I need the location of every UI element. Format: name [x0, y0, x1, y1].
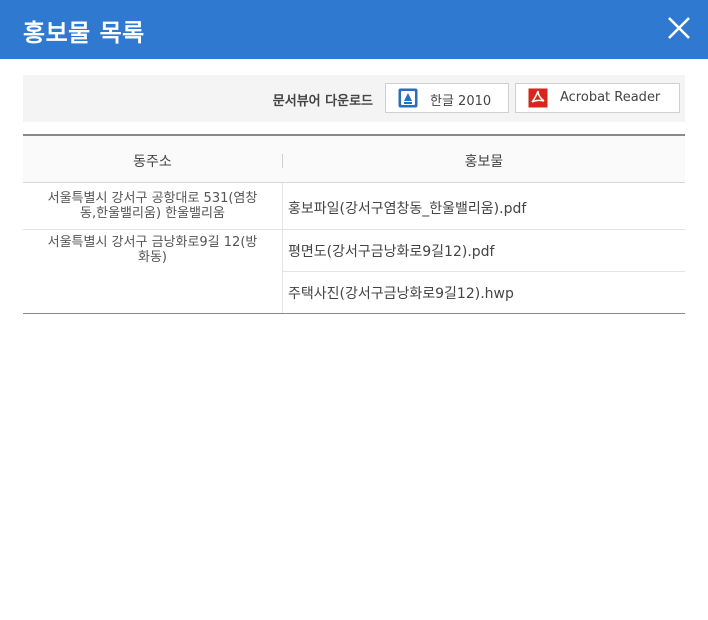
- address-line: 서울특별시 강서구 공항대로 531(염창: [47, 191, 258, 206]
- column-divider: [282, 183, 283, 313]
- file-link[interactable]: 평면도(강서구금낭화로9길12).pdf: [288, 241, 494, 261]
- promotion-table: 동주소 홍보물 서울특별시 강서구 공항대로 531(염창 동,한울밸리움) 한…: [23, 134, 685, 314]
- table-header: 동주소 홍보물: [23, 136, 685, 183]
- acrobat-reader-button[interactable]: Acrobat Reader: [515, 83, 680, 113]
- document-viewer-bar: 문서뷰어 다운로드 한글 2010 Acrobat Reader: [23, 75, 685, 122]
- dialog-header: 홍보물 목록: [0, 0, 708, 59]
- address-line: 동,한울밸리움) 한울밸리움: [80, 206, 225, 221]
- hwp-viewer-button[interactable]: 한글 2010: [385, 83, 509, 113]
- hwp-button-label: 한글 2010: [430, 94, 492, 109]
- address-line: 화동): [138, 250, 167, 265]
- address-cell: 서울특별시 강서구 공항대로 531(염창 동,한울밸리움) 한울밸리움: [23, 191, 282, 221]
- row-divider: [283, 229, 685, 230]
- column-header-material: 홍보물: [464, 154, 504, 170]
- row-divider: [23, 229, 282, 230]
- pdf-icon: [528, 88, 548, 108]
- viewer-download-label: 문서뷰어 다운로드: [272, 94, 373, 109]
- dialog-title: 홍보물 목록: [23, 19, 145, 47]
- column-header-address: 동주소: [133, 154, 172, 170]
- table-body: 서울특별시 강서구 공항대로 531(염창 동,한울밸리움) 한울밸리움 서울특…: [23, 183, 685, 313]
- close-icon[interactable]: [666, 15, 692, 41]
- address-line: 서울특별시 강서구 금낭화로9길 12(방: [47, 235, 258, 250]
- acrobat-button-label: Acrobat Reader: [560, 90, 661, 105]
- file-link[interactable]: 주택사진(강서구금낭화로9길12).hwp: [288, 283, 514, 303]
- address-cell: 서울특별시 강서구 금낭화로9길 12(방 화동): [23, 235, 282, 265]
- row-divider: [283, 271, 685, 272]
- file-link[interactable]: 홍보파일(강서구염창동_한울밸리움).pdf: [288, 198, 526, 218]
- hwp-icon: [398, 88, 418, 108]
